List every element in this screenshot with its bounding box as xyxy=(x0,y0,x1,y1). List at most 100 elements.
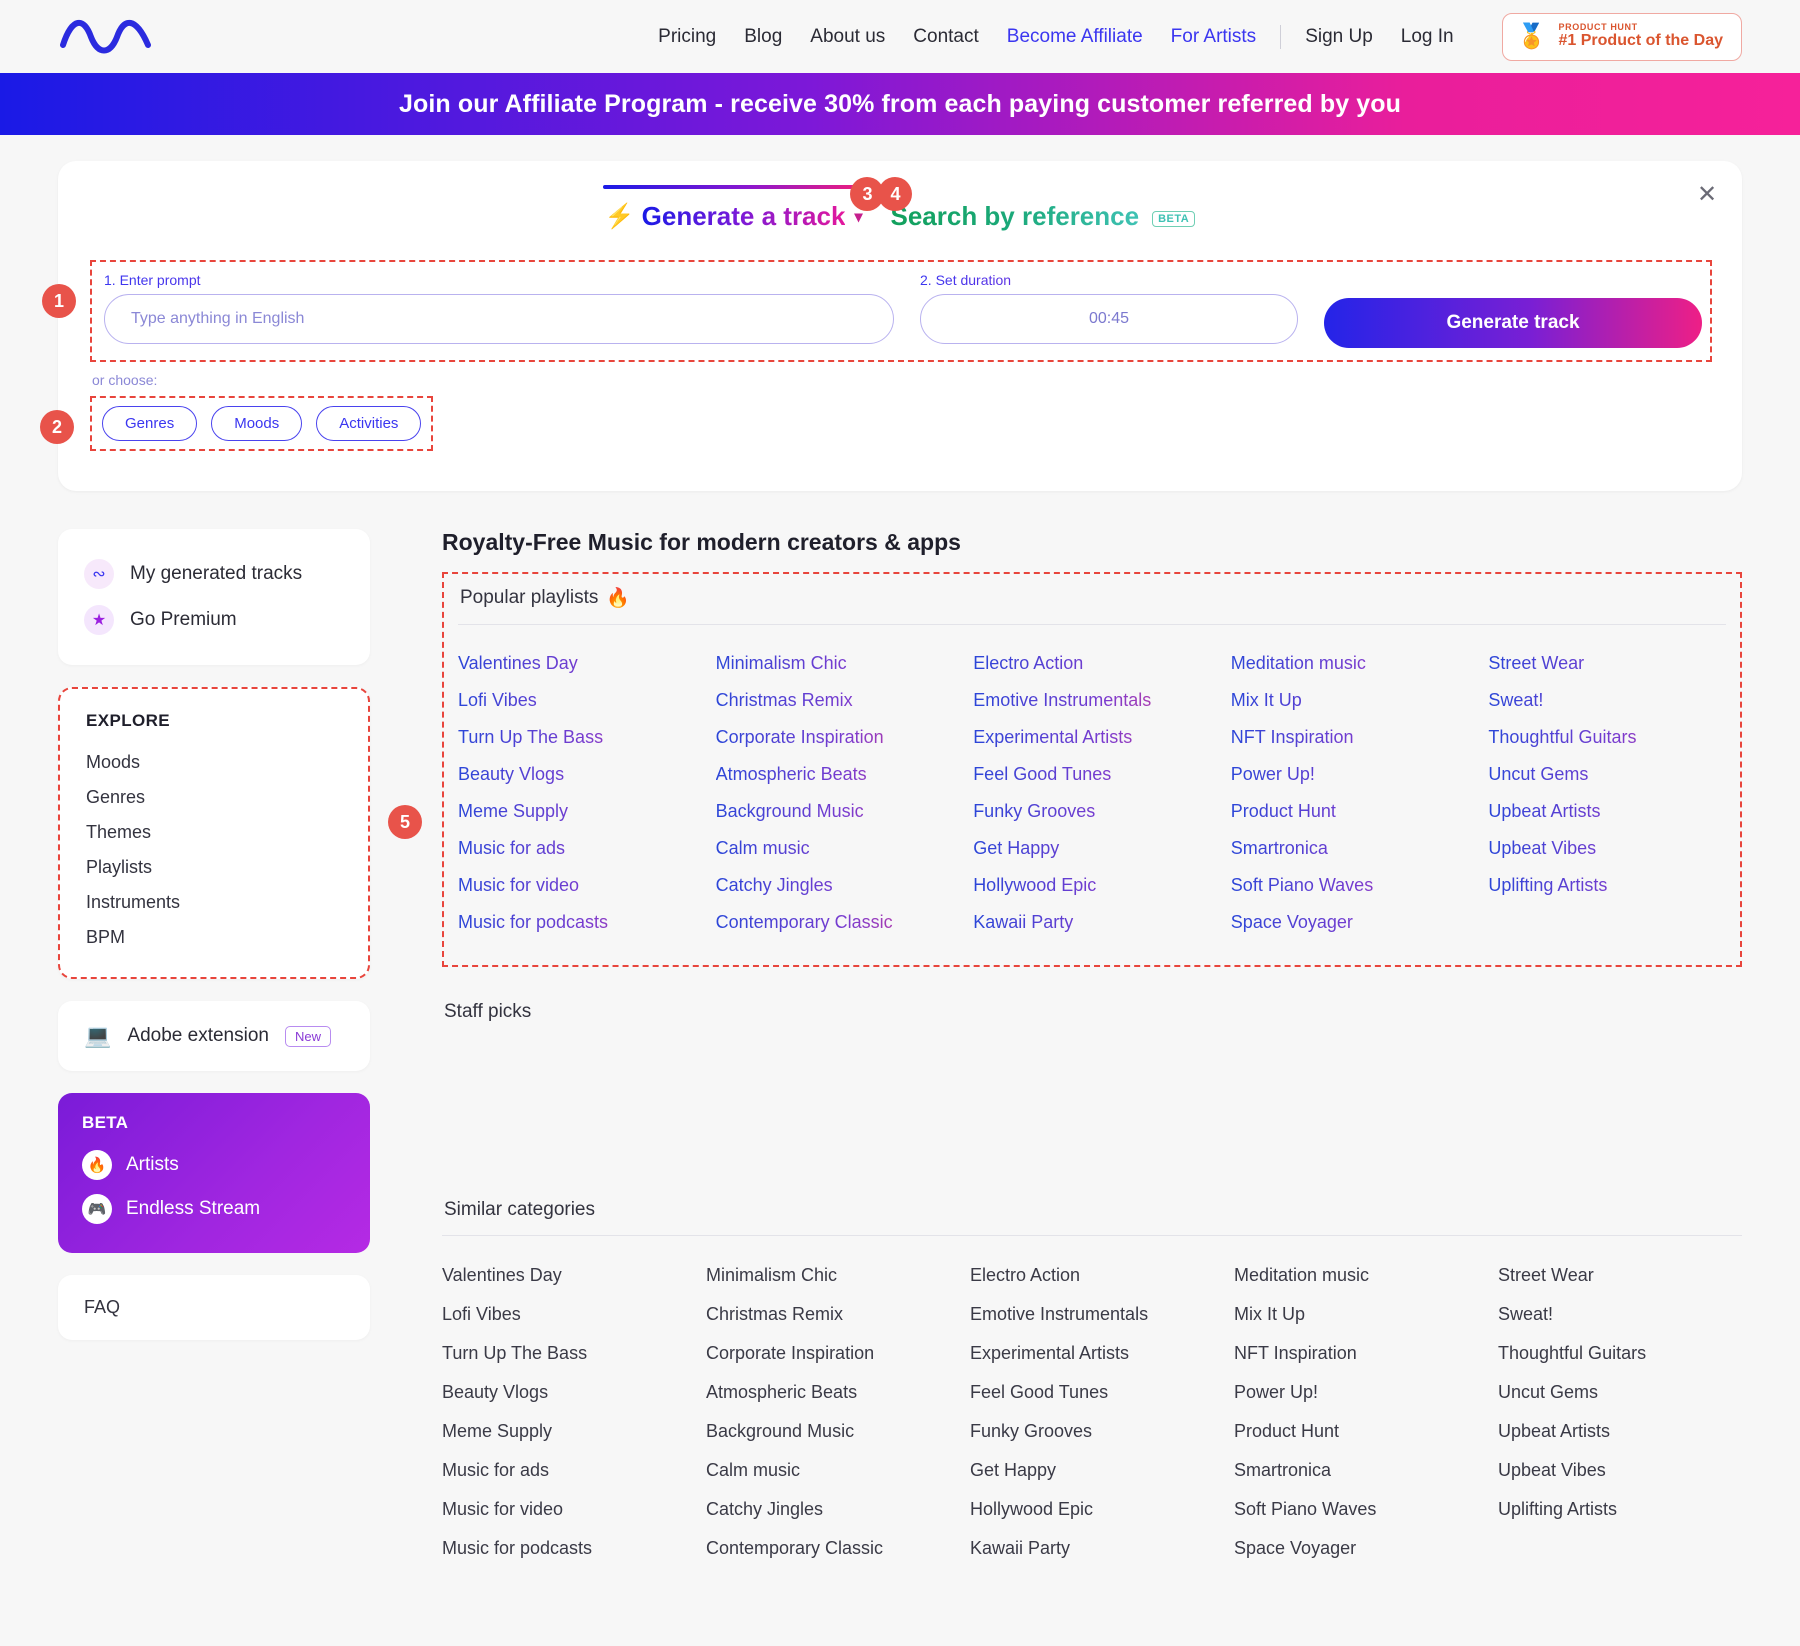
category-link[interactable]: Valentines Day xyxy=(442,1256,686,1295)
playlist-link[interactable]: Funky Grooves xyxy=(973,793,1211,830)
playlist-link[interactable]: Music for video xyxy=(458,867,696,904)
nav-link-pricing[interactable]: Pricing xyxy=(644,27,730,46)
category-link[interactable]: Uncut Gems xyxy=(1498,1373,1742,1412)
playlist-link[interactable]: Smartronica xyxy=(1231,830,1469,867)
beta-item-endless-stream[interactable]: 🎮 Endless Stream xyxy=(82,1187,346,1231)
category-link[interactable]: Christmas Remix xyxy=(706,1295,950,1334)
category-link[interactable]: Get Happy xyxy=(970,1451,1214,1490)
category-link[interactable]: Calm music xyxy=(706,1451,950,1490)
sidebar-item-moods[interactable]: Moods xyxy=(86,745,342,780)
category-link[interactable]: Lofi Vibes xyxy=(442,1295,686,1334)
playlist-link[interactable]: Kawaii Party xyxy=(973,904,1211,941)
generate-track-button[interactable]: Generate track xyxy=(1324,298,1702,348)
playlist-link[interactable]: Space Voyager xyxy=(1231,904,1469,941)
playlist-link[interactable]: Music for podcasts xyxy=(458,904,696,941)
playlist-link[interactable]: Minimalism Chic xyxy=(716,645,954,682)
sidebar-item-go-premium[interactable]: ★ Go Premium xyxy=(84,597,344,643)
category-link[interactable]: Power Up! xyxy=(1234,1373,1478,1412)
playlist-link[interactable]: Mix It Up xyxy=(1231,682,1469,719)
tab-generate-a-track[interactable]: 3 ⚡ Generate a track ▾ xyxy=(601,185,867,238)
sidebar-item-genres[interactable]: Genres xyxy=(86,780,342,815)
nav-link-for-artists[interactable]: For Artists xyxy=(1157,27,1271,46)
playlist-link[interactable]: Upbeat Artists xyxy=(1488,793,1726,830)
category-link[interactable]: Meme Supply xyxy=(442,1412,686,1451)
nav-link-become-affiliate[interactable]: Become Affiliate xyxy=(993,27,1157,46)
adobe-extension-card[interactable]: 💻 Adobe extension New xyxy=(58,1001,370,1071)
category-link[interactable]: Smartronica xyxy=(1234,1451,1478,1490)
category-link[interactable]: Thoughtful Guitars xyxy=(1498,1334,1742,1373)
playlist-link[interactable]: Feel Good Tunes xyxy=(973,756,1211,793)
category-link[interactable]: Corporate Inspiration xyxy=(706,1334,950,1373)
playlist-link[interactable]: Background Music xyxy=(716,793,954,830)
faq-card[interactable]: FAQ xyxy=(58,1275,370,1340)
playlist-link[interactable]: Get Happy xyxy=(973,830,1211,867)
beta-item-artists[interactable]: 🔥 Artists xyxy=(82,1143,346,1187)
category-link[interactable]: Music for ads xyxy=(442,1451,686,1490)
playlist-link[interactable]: Turn Up The Bass xyxy=(458,719,696,756)
category-link[interactable]: Feel Good Tunes xyxy=(970,1373,1214,1412)
chip-genres[interactable]: Genres xyxy=(102,406,197,441)
playlist-link[interactable]: Soft Piano Waves xyxy=(1231,867,1469,904)
sidebar-item-playlists[interactable]: Playlists xyxy=(86,850,342,885)
category-link[interactable]: Background Music xyxy=(706,1412,950,1451)
playlist-link[interactable]: Lofi Vibes xyxy=(458,682,696,719)
nav-link-about-us[interactable]: About us xyxy=(796,27,899,46)
wave-logo-icon[interactable] xyxy=(58,17,153,57)
playlist-link[interactable]: Upbeat Vibes xyxy=(1488,830,1726,867)
playlist-link[interactable]: Music for ads xyxy=(458,830,696,867)
category-link[interactable]: Sweat! xyxy=(1498,1295,1742,1334)
playlist-link[interactable]: Street Wear xyxy=(1488,645,1726,682)
playlist-link[interactable]: Power Up! xyxy=(1231,756,1469,793)
category-link[interactable]: Mix It Up xyxy=(1234,1295,1478,1334)
playlist-link[interactable]: Sweat! xyxy=(1488,682,1726,719)
category-link[interactable]: Emotive Instrumentals xyxy=(970,1295,1214,1334)
category-link[interactable]: Meditation music xyxy=(1234,1256,1478,1295)
category-link[interactable]: Turn Up The Bass xyxy=(442,1334,686,1373)
sidebar-item-themes[interactable]: Themes xyxy=(86,815,342,850)
sign-up-link[interactable]: Sign Up xyxy=(1291,27,1387,46)
duration-input[interactable] xyxy=(920,294,1298,344)
playlist-link[interactable]: Beauty Vlogs xyxy=(458,756,696,793)
category-link[interactable]: Upbeat Vibes xyxy=(1498,1451,1742,1490)
category-link[interactable]: Experimental Artists xyxy=(970,1334,1214,1373)
category-link[interactable]: Kawaii Party xyxy=(970,1529,1214,1568)
category-link[interactable]: Contemporary Classic xyxy=(706,1529,950,1568)
category-link[interactable]: Product Hunt xyxy=(1234,1412,1478,1451)
category-link[interactable]: Atmospheric Beats xyxy=(706,1373,950,1412)
category-link[interactable]: Uplifting Artists xyxy=(1498,1490,1742,1529)
category-link[interactable]: NFT Inspiration xyxy=(1234,1334,1478,1373)
category-link[interactable]: Upbeat Artists xyxy=(1498,1412,1742,1451)
playlist-link[interactable]: Meme Supply xyxy=(458,793,696,830)
playlist-link[interactable]: Contemporary Classic xyxy=(716,904,954,941)
playlist-link[interactable]: Uplifting Artists xyxy=(1488,867,1726,904)
nav-link-contact[interactable]: Contact xyxy=(899,27,992,46)
sidebar-item-bpm[interactable]: BPM xyxy=(86,920,342,955)
playlist-link[interactable]: Thoughtful Guitars xyxy=(1488,719,1726,756)
playlist-link[interactable]: Calm music xyxy=(716,830,954,867)
category-link[interactable]: Minimalism Chic xyxy=(706,1256,950,1295)
category-link[interactable]: Beauty Vlogs xyxy=(442,1373,686,1412)
playlist-link[interactable]: Corporate Inspiration xyxy=(716,719,954,756)
playlist-link[interactable]: Valentines Day xyxy=(458,645,696,682)
tab-search-by-reference[interactable]: 4 Search by reference BETA xyxy=(886,185,1199,238)
category-link[interactable]: Street Wear xyxy=(1498,1256,1742,1295)
chip-activities[interactable]: Activities xyxy=(316,406,421,441)
log-in-link[interactable]: Log In xyxy=(1387,27,1468,46)
playlist-link[interactable]: Catchy Jingles xyxy=(716,867,954,904)
playlist-link[interactable]: Meditation music xyxy=(1231,645,1469,682)
playlist-link[interactable]: Electro Action xyxy=(973,645,1211,682)
playlist-link[interactable]: Uncut Gems xyxy=(1488,756,1726,793)
category-link[interactable]: Music for video xyxy=(442,1490,686,1529)
playlist-link[interactable]: Christmas Remix xyxy=(716,682,954,719)
category-link[interactable]: Soft Piano Waves xyxy=(1234,1490,1478,1529)
sidebar-item-my-generated-tracks[interactable]: ∾ My generated tracks xyxy=(84,551,344,597)
category-link[interactable]: Hollywood Epic xyxy=(970,1490,1214,1529)
category-link[interactable]: Funky Grooves xyxy=(970,1412,1214,1451)
sidebar-item-instruments[interactable]: Instruments xyxy=(86,885,342,920)
prompt-input[interactable] xyxy=(104,294,894,344)
category-link[interactable]: Catchy Jingles xyxy=(706,1490,950,1529)
nav-link-blog[interactable]: Blog xyxy=(730,27,796,46)
chip-moods[interactable]: Moods xyxy=(211,406,302,441)
affiliate-banner[interactable]: Join our Affiliate Program - receive 30%… xyxy=(0,73,1800,135)
playlist-link[interactable]: Hollywood Epic xyxy=(973,867,1211,904)
